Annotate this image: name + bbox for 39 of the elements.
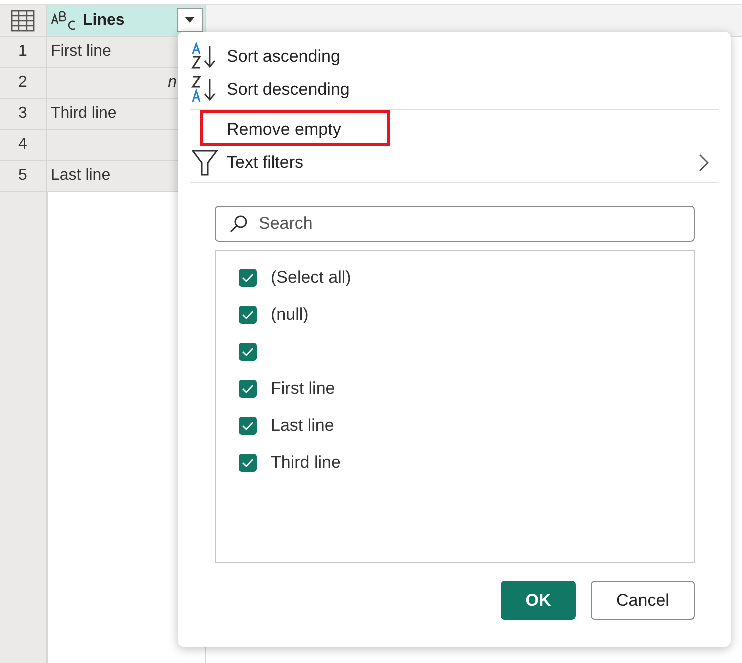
checkbox[interactable] — [239, 417, 257, 435]
sort-descending-icon — [190, 74, 218, 104]
row-number: 3 — [0, 99, 47, 130]
row-number: 2 — [0, 68, 47, 99]
checkbox-label[interactable]: First line — [271, 379, 336, 399]
menu-item[interactable]: Sort descending — [227, 80, 719, 100]
search-icon — [230, 215, 248, 233]
row-number: 1 — [0, 37, 47, 68]
search-field[interactable]: Search — [215, 206, 695, 242]
checkbox[interactable] — [239, 380, 257, 398]
checkmark-icon — [242, 310, 254, 320]
checkmark-icon — [242, 273, 254, 283]
row-number: 4 — [0, 130, 47, 161]
checkbox-label[interactable]: (null) — [271, 305, 309, 325]
ok-button[interactable]: OK — [501, 581, 576, 620]
sort-ascending-icon — [190, 42, 218, 72]
checkmark-icon — [242, 421, 254, 431]
checkbox[interactable] — [239, 306, 257, 324]
text-type-icon — [51, 10, 77, 32]
checkbox[interactable] — [239, 269, 257, 287]
checkbox-label[interactable]: (Select all) — [271, 268, 352, 288]
checkbox[interactable] — [239, 454, 257, 472]
checkmark-icon — [242, 458, 254, 468]
menu-item[interactable]: Remove empty — [227, 120, 719, 140]
checkbox-label[interactable]: Third line — [271, 453, 341, 473]
checkbox-label[interactable]: Last line — [271, 416, 334, 436]
checkmark-icon — [242, 347, 254, 357]
chevron-right-icon — [699, 154, 709, 172]
checkbox[interactable] — [239, 343, 257, 361]
funnel-icon — [192, 148, 218, 176]
column-header: Lines — [83, 12, 125, 30]
menu-item[interactable]: Sort ascending — [227, 46, 719, 66]
table-icon[interactable] — [11, 10, 35, 32]
column-dropdown-button[interactable] — [177, 8, 203, 32]
checkmark-icon — [242, 384, 254, 394]
caret-icon — [185, 17, 195, 23]
menu-item[interactable]: Text filters — [227, 152, 691, 172]
row-number: 5 — [0, 161, 47, 192]
cancel-button[interactable]: Cancel — [591, 581, 695, 620]
